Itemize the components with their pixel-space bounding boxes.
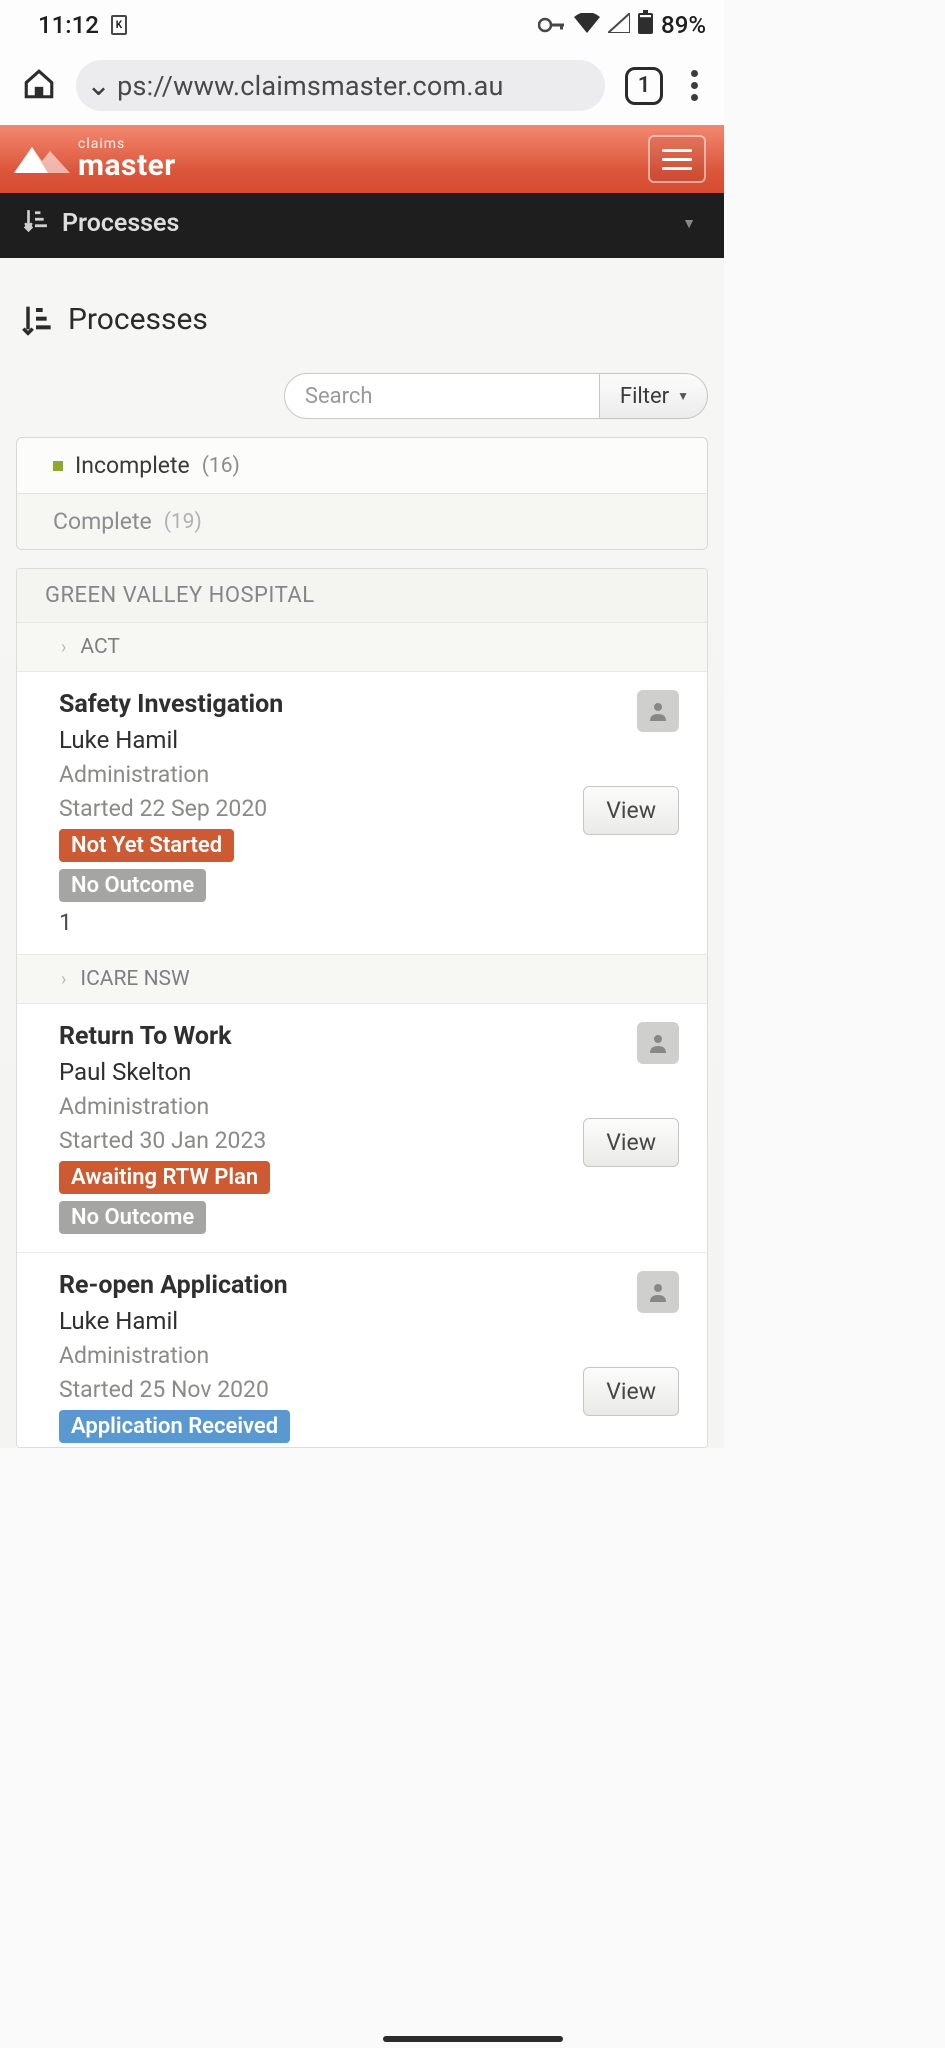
item-title: Re-open Application bbox=[59, 1271, 583, 1300]
item-person: Luke Hamil bbox=[59, 726, 583, 754]
outcome-badge: No Outcome bbox=[59, 869, 206, 902]
item-started: Started 22 Sep 2020 bbox=[59, 795, 583, 822]
section-nav-label: Processes bbox=[62, 209, 179, 238]
vpn-key-icon bbox=[538, 11, 566, 39]
item-title: Return To Work bbox=[59, 1022, 583, 1051]
status-tabs: Incomplete (16) Complete (19) bbox=[16, 437, 708, 550]
process-item: Re-open Application Luke Hamil Administr… bbox=[17, 1253, 707, 1448]
k-card-icon: K bbox=[111, 15, 127, 35]
section-nav[interactable]: Processes ▼ bbox=[0, 193, 724, 258]
item-department: Administration bbox=[59, 1342, 583, 1369]
browser-menu-button[interactable] bbox=[683, 66, 706, 105]
wifi-icon bbox=[574, 11, 600, 39]
hamburger-menu-button[interactable] bbox=[648, 135, 706, 183]
item-person: Paul Skelton bbox=[59, 1058, 583, 1086]
item-title: Safety Investigation bbox=[59, 690, 583, 719]
avatar-icon[interactable] bbox=[637, 1271, 679, 1313]
browser-home-button[interactable] bbox=[22, 67, 56, 105]
logo-mark-icon bbox=[14, 137, 70, 181]
avatar-icon[interactable] bbox=[637, 1022, 679, 1064]
status-badge: Not Yet Started bbox=[59, 829, 234, 862]
gesture-bar bbox=[383, 2036, 563, 2042]
logo-text-big: master bbox=[78, 151, 176, 181]
app-logo[interactable]: claims master bbox=[14, 137, 176, 181]
org-header: GREEN VALLEY HOSPITAL bbox=[17, 569, 707, 623]
tab-complete[interactable]: Complete (19) bbox=[17, 493, 707, 549]
caret-down-icon: ▼ bbox=[677, 389, 689, 403]
cell-signal-icon bbox=[608, 11, 630, 39]
url-bar[interactable]: ⌄ ps://www.claimsmaster.com.au bbox=[76, 60, 605, 111]
region-header-act[interactable]: › ACT bbox=[17, 623, 707, 672]
android-status-bar: 11:12 K 89% bbox=[0, 0, 724, 46]
active-dot-icon bbox=[53, 461, 63, 471]
browser-toolbar: ⌄ ps://www.claimsmaster.com.au 1 bbox=[0, 46, 724, 125]
avatar-icon[interactable] bbox=[637, 690, 679, 732]
view-button[interactable]: View bbox=[583, 786, 679, 835]
chevron-right-icon: › bbox=[61, 969, 66, 990]
tab-incomplete[interactable]: Incomplete (16) bbox=[17, 438, 707, 493]
battery-icon bbox=[638, 10, 653, 40]
chevron-down-icon[interactable]: ⌄ bbox=[86, 68, 111, 103]
item-number: 1 bbox=[59, 909, 583, 936]
item-department: Administration bbox=[59, 761, 583, 788]
status-time: 11:12 bbox=[38, 11, 99, 39]
tab-switcher-button[interactable]: 1 bbox=[625, 67, 663, 105]
view-button[interactable]: View bbox=[583, 1367, 679, 1416]
filter-button[interactable]: Filter ▼ bbox=[600, 373, 708, 419]
battery-percent: 89% bbox=[661, 11, 706, 39]
process-list: GREEN VALLEY HOSPITAL › ACT Safety Inves… bbox=[16, 568, 708, 1448]
outcome-badge: No Outcome bbox=[59, 1201, 206, 1234]
url-text: ps://www.claimsmaster.com.au bbox=[117, 70, 503, 102]
view-button[interactable]: View bbox=[583, 1118, 679, 1167]
item-started: Started 30 Jan 2023 bbox=[59, 1127, 583, 1154]
status-badge: Application Received bbox=[59, 1410, 290, 1443]
page-title: Processes bbox=[20, 302, 708, 337]
region-header-icare[interactable]: › ICARE NSW bbox=[17, 955, 707, 1004]
process-item: Safety Investigation Luke Hamil Administ… bbox=[17, 672, 707, 955]
sort-icon bbox=[22, 207, 48, 240]
item-started: Started 25 Nov 2020 bbox=[59, 1376, 583, 1403]
process-item: Return To Work Paul Skelton Administrati… bbox=[17, 1004, 707, 1253]
chevron-right-icon: › bbox=[61, 637, 66, 658]
status-badge: Awaiting RTW Plan bbox=[59, 1161, 270, 1194]
app-header: claims master bbox=[0, 125, 724, 193]
caret-down-icon: ▼ bbox=[682, 215, 696, 232]
item-department: Administration bbox=[59, 1093, 583, 1120]
item-person: Luke Hamil bbox=[59, 1307, 583, 1335]
search-input[interactable] bbox=[284, 373, 600, 419]
